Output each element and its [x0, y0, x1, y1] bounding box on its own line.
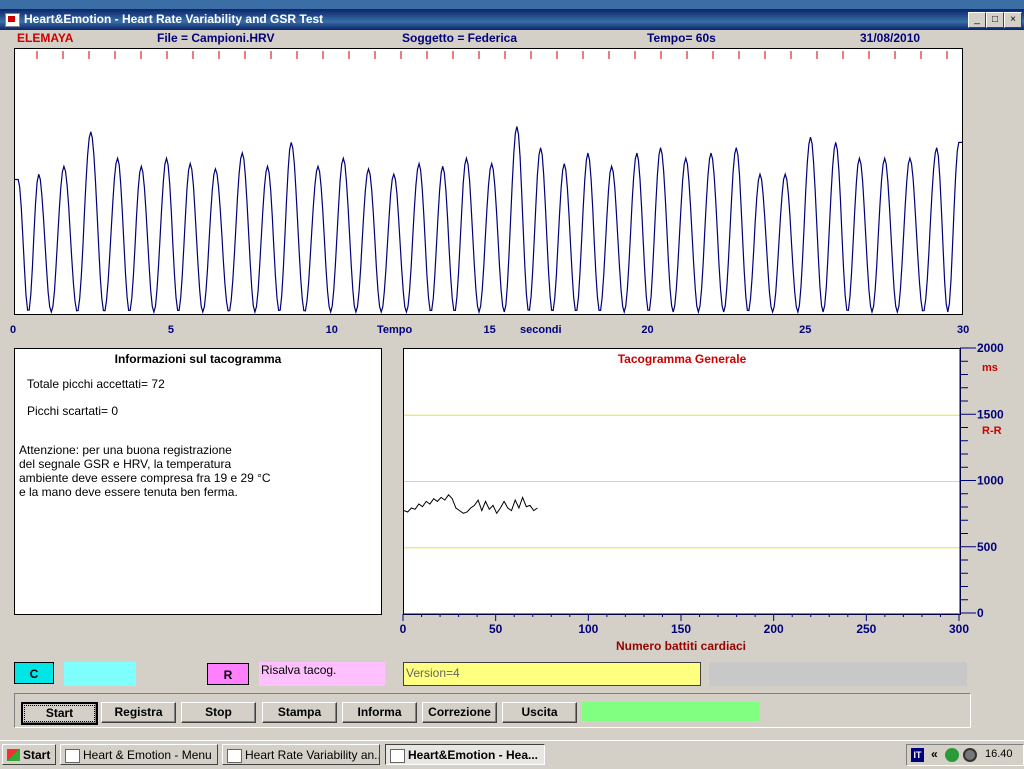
system-tray: IT « 16.40 [906, 744, 1024, 766]
y-tick-label: 1500 [977, 407, 1004, 421]
x-tick-label: 300 [949, 622, 969, 636]
uscita-button[interactable]: Uscita [502, 702, 577, 723]
status-field [709, 662, 967, 686]
start-menu-label: Start [23, 748, 51, 762]
start-menu-button[interactable]: Start [2, 744, 56, 765]
progress-indicator [582, 702, 759, 721]
tachogram-axes: 0 500 1000 1500 2000 0 50 100 150 200 250 300 [400, 341, 1004, 636]
y-tick-label: 2000 [977, 341, 1004, 355]
c-button[interactable]: C [14, 662, 54, 684]
language-indicator[interactable]: IT [911, 748, 924, 762]
start-button[interactable]: Start [21, 702, 98, 725]
tachogram-unit: ms [982, 362, 998, 374]
app-icon [227, 749, 242, 763]
task-current[interactable]: Heart&Emotion - Hea... [385, 744, 545, 765]
informa-button[interactable]: Informa [342, 702, 417, 723]
task-label: Heart & Emotion - Menu [83, 748, 212, 762]
registra-button[interactable]: Registra [101, 702, 176, 723]
x-tick-label: 200 [764, 622, 784, 636]
correzione-button[interactable]: Correzione [422, 702, 497, 723]
taskbar: Start Heart & Emotion - Menu Heart Rate … [0, 740, 1024, 769]
x-tick-label: 150 [671, 622, 691, 636]
x-tick-label: 250 [856, 622, 876, 636]
stampa-button[interactable]: Stampa [262, 702, 337, 723]
x-tick-label: 50 [489, 622, 503, 636]
app-icon [65, 749, 80, 763]
x-tick-label: 100 [578, 622, 598, 636]
r-button[interactable]: R [207, 663, 249, 685]
x-tick-label: 0 [400, 622, 407, 636]
task-hrv[interactable]: Heart Rate Variability an... [222, 744, 380, 765]
task-label: Heart&Emotion - Hea... [408, 748, 539, 762]
windows-logo-icon [7, 749, 20, 761]
tachogram-xlabel: Numero battiti cardiaci [615, 639, 747, 653]
volume-icon[interactable] [963, 748, 977, 762]
y-tick-label: 1000 [977, 474, 1004, 488]
task-menu[interactable]: Heart & Emotion - Menu [60, 744, 218, 765]
network-icon[interactable] [945, 748, 959, 762]
stop-button[interactable]: Stop [181, 702, 256, 723]
y-tick-label: 0 [977, 606, 984, 620]
tachogram-ylabel: R-R [982, 425, 1002, 437]
c-indicator [64, 662, 136, 686]
app-icon [390, 749, 405, 763]
y-tick-label: 500 [977, 540, 997, 554]
task-label: Heart Rate Variability an... [245, 748, 380, 762]
version-field: Version=4 [403, 662, 701, 686]
risalva-label[interactable]: Risalva tacog. [259, 662, 385, 686]
clock[interactable]: 16.40 [985, 748, 1013, 760]
tray-expand-icon[interactable]: « [931, 747, 938, 761]
